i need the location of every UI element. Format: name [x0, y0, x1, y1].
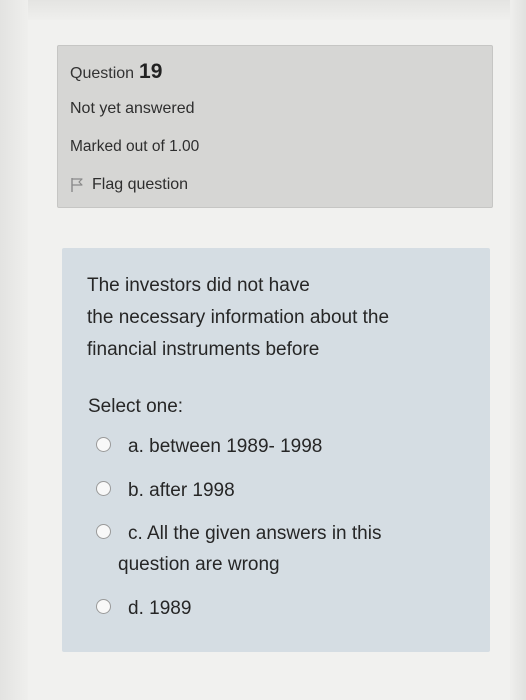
screen-border-top — [0, 0, 526, 20]
answer-option-line: c. All the given answers in this — [128, 523, 382, 544]
answer-option-line: question are wrong — [118, 554, 280, 575]
answer-option-label: d. 1989 — [128, 593, 191, 624]
answer-option-label: c. All the given answers in this questio… — [118, 518, 382, 580]
answer-option-line: a. between 1989- 1998 — [128, 436, 323, 457]
question-heading: Question 19 — [70, 60, 162, 84]
radio-button-d[interactable] — [96, 599, 111, 614]
radio-button-c[interactable] — [96, 524, 111, 539]
answer-option-label: b. after 1998 — [128, 475, 235, 506]
question-content-panel: The investors did not have the necessary… — [62, 248, 490, 652]
question-info-panel: Question 19 Not yet answered Marked out o… — [57, 45, 493, 208]
radio-button-b[interactable] — [96, 481, 111, 496]
answer-option-label: a. between 1989- 1998 — [128, 431, 322, 462]
answer-option-c[interactable]: c. All the given answers in this questio… — [96, 518, 381, 580]
question-text-line: financial instruments before — [87, 339, 320, 360]
answer-option-b[interactable]: b. after 1998 — [96, 475, 235, 506]
question-text-line: The investors did not have — [87, 275, 310, 296]
flag-question-label: Flag question — [92, 176, 189, 193]
answer-option-a[interactable]: a. between 1989- 1998 — [96, 431, 322, 462]
question-label: Question — [70, 65, 135, 82]
question-number: 19 — [139, 60, 163, 83]
question-text: The investors did not have the necessary… — [87, 270, 477, 366]
question-grade: Marked out of 1.00 — [70, 138, 200, 155]
question-state: Not yet answered — [70, 100, 195, 117]
question-text-line: the necessary information about the — [87, 307, 390, 328]
radio-button-a[interactable] — [96, 437, 111, 452]
answer-option-d[interactable]: d. 1989 — [96, 593, 191, 624]
flag-icon — [70, 177, 84, 193]
screen-border-left — [0, 0, 28, 700]
answer-option-line: d. 1989 — [128, 598, 192, 619]
flag-question-link[interactable]: Flag question — [70, 176, 188, 194]
answer-option-line: b. after 1998 — [128, 480, 235, 501]
screen-border-right — [510, 0, 526, 700]
select-prompt: Select one: — [88, 396, 184, 417]
